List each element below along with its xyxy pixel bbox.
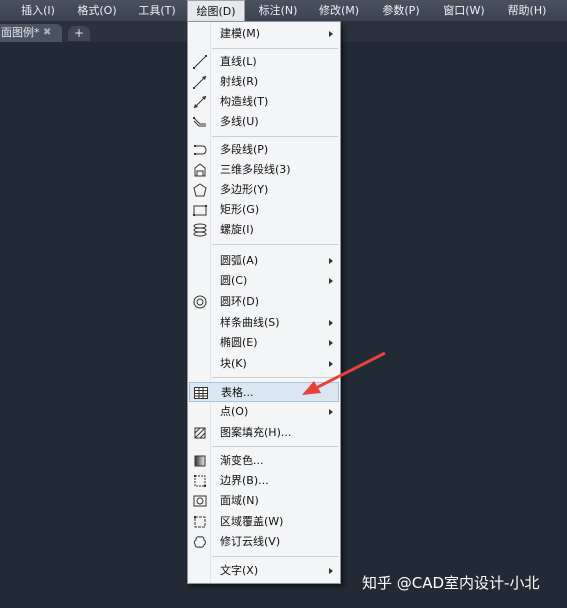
polygon-icon — [192, 182, 208, 198]
menu-help[interactable]: 帮助(H) — [502, 0, 552, 22]
menu-item-ray[interactable]: 射线(R) — [189, 72, 339, 92]
hatch-icon — [192, 425, 208, 441]
helix-icon — [192, 222, 208, 238]
menu-item-label: 文字(X) — [220, 564, 259, 577]
menu-item-label: 块(K) — [220, 357, 247, 370]
submenu-arrow-icon — [329, 31, 333, 37]
menu-item-rectangle[interactable]: 矩形(G) — [189, 200, 339, 220]
gradient-icon — [192, 453, 208, 469]
menu-item-label: 边界(B)... — [220, 474, 269, 487]
region-icon — [192, 493, 208, 509]
menu-separator — [212, 244, 338, 245]
menu-item-spline[interactable]: 样条曲线(S) — [189, 313, 339, 333]
menu-item-label: 修订云线(V) — [220, 535, 281, 548]
menu-separator — [212, 556, 338, 557]
menu-separator — [212, 136, 338, 137]
menu-item-label: 构造线(T) — [220, 95, 269, 108]
menu-item-label: 多段线(P) — [220, 143, 269, 156]
menu-item-point[interactable]: 点(O) — [189, 402, 339, 422]
menu-item-boundary[interactable]: 边界(B)... — [189, 471, 339, 491]
submenu-arrow-icon — [329, 340, 333, 346]
line-icon — [192, 54, 208, 70]
menu-parametric[interactable]: 参数(P) — [376, 0, 426, 22]
close-icon[interactable]: ✖ — [43, 24, 51, 42]
menu-item-gradient[interactable]: 渐变色... — [189, 451, 339, 471]
polyline-icon — [192, 142, 208, 158]
3d-polyline-icon — [192, 162, 208, 178]
menu-item-circle[interactable]: 圆(C) — [189, 271, 339, 291]
menu-dimension[interactable]: 标注(N) — [252, 0, 304, 22]
menu-item-label: 图案填充(H)... — [220, 426, 292, 439]
ray-icon — [192, 74, 208, 90]
menu-item-label: 建模(M) — [220, 27, 261, 40]
donut-icon — [192, 294, 208, 310]
watermark-text: 知乎 @CAD室内设计-小北 — [362, 574, 540, 592]
menu-item-3d-polyline[interactable]: 三维多段线(3) — [189, 160, 339, 180]
boundary-icon — [192, 473, 208, 489]
menu-item-label: 多边形(Y) — [220, 183, 269, 196]
menu-draw[interactable]: 绘图(D) — [187, 0, 245, 23]
menu-item-label: 圆(C) — [220, 274, 248, 287]
menu-item-label: 射线(R) — [220, 75, 259, 88]
menu-item-label: 表格... — [221, 386, 254, 399]
menu-item-modeling[interactable]: 建模(M) — [189, 24, 339, 44]
construction-line-icon — [192, 94, 208, 110]
menu-item-multiline[interactable]: 多线(U) — [189, 112, 339, 132]
submenu-arrow-icon — [329, 258, 333, 264]
document-tab[interactable]: 面图例* ✖ — [0, 24, 62, 42]
new-tab-button[interactable]: + — [68, 26, 90, 41]
submenu-arrow-icon — [329, 409, 333, 415]
menu-item-label: 面域(N) — [220, 494, 259, 507]
menu-item-label: 区域覆盖(W) — [220, 515, 284, 528]
menu-item-donut[interactable]: 圆环(D) — [189, 292, 339, 312]
menu-item-label: 矩形(G) — [220, 203, 260, 216]
menu-item-region[interactable]: 面域(N) — [189, 491, 339, 511]
menu-item-label: 点(O) — [220, 405, 249, 418]
menu-item-label: 多线(U) — [220, 115, 259, 128]
menu-item-line[interactable]: 直线(L) — [189, 52, 339, 72]
menu-item-helix[interactable]: 螺旋(I) — [189, 220, 339, 240]
menu-item-construction-line[interactable]: 构造线(T) — [189, 92, 339, 112]
menu-item-polyline[interactable]: 多段线(P) — [189, 140, 339, 160]
wipeout-icon — [192, 514, 208, 530]
menu-modify[interactable]: 修改(M) — [313, 0, 365, 22]
menu-item-revcloud[interactable]: 修订云线(V) — [189, 532, 339, 552]
menu-item-label: 直线(L) — [220, 55, 257, 68]
menu-item-wipeout[interactable]: 区域覆盖(W) — [189, 512, 339, 532]
submenu-arrow-icon — [329, 320, 333, 326]
menu-item-label: 三维多段线(3) — [220, 163, 291, 176]
menu-item-label: 螺旋(I) — [220, 223, 254, 236]
menu-item-label: 渐变色... — [220, 454, 264, 467]
menu-item-label: 圆弧(A) — [220, 254, 259, 267]
table-icon — [193, 385, 209, 401]
menu-tools[interactable]: 工具(T) — [132, 0, 182, 22]
menu-separator — [212, 446, 338, 447]
annotation-arrow-icon — [302, 351, 386, 395]
submenu-arrow-icon — [329, 278, 333, 284]
submenu-arrow-icon — [329, 568, 333, 574]
rectangle-icon — [192, 202, 208, 218]
menu-item-text[interactable]: 文字(X) — [189, 561, 339, 581]
menu-insert[interactable]: 插入(I) — [14, 0, 62, 22]
menu-item-arc[interactable]: 圆弧(A) — [189, 251, 339, 271]
menu-format[interactable]: 格式(O) — [70, 0, 124, 22]
menu-item-hatch[interactable]: 图案填充(H)... — [189, 423, 339, 443]
menu-item-label: 椭圆(E) — [220, 336, 258, 349]
menu-window[interactable]: 窗口(W) — [436, 0, 492, 22]
draw-dropdown-menu: 建模(M) 直线(L) 射线(R) 构造线(T) 多线(U) 多段线(P) 三维… — [187, 21, 341, 584]
document-tab-label: 面图例* — [1, 26, 40, 39]
menu-bar: 插入(I) 格式(O) 工具(T) 绘图(D) 标注(N) 修改(M) 参数(P… — [0, 0, 567, 23]
menu-item-label: 样条曲线(S) — [220, 316, 280, 329]
menu-separator — [212, 48, 338, 49]
menu-item-label: 圆环(D) — [220, 295, 260, 308]
menu-item-polygon[interactable]: 多边形(Y) — [189, 180, 339, 200]
revcloud-icon — [192, 534, 208, 550]
multiline-icon — [192, 114, 208, 130]
